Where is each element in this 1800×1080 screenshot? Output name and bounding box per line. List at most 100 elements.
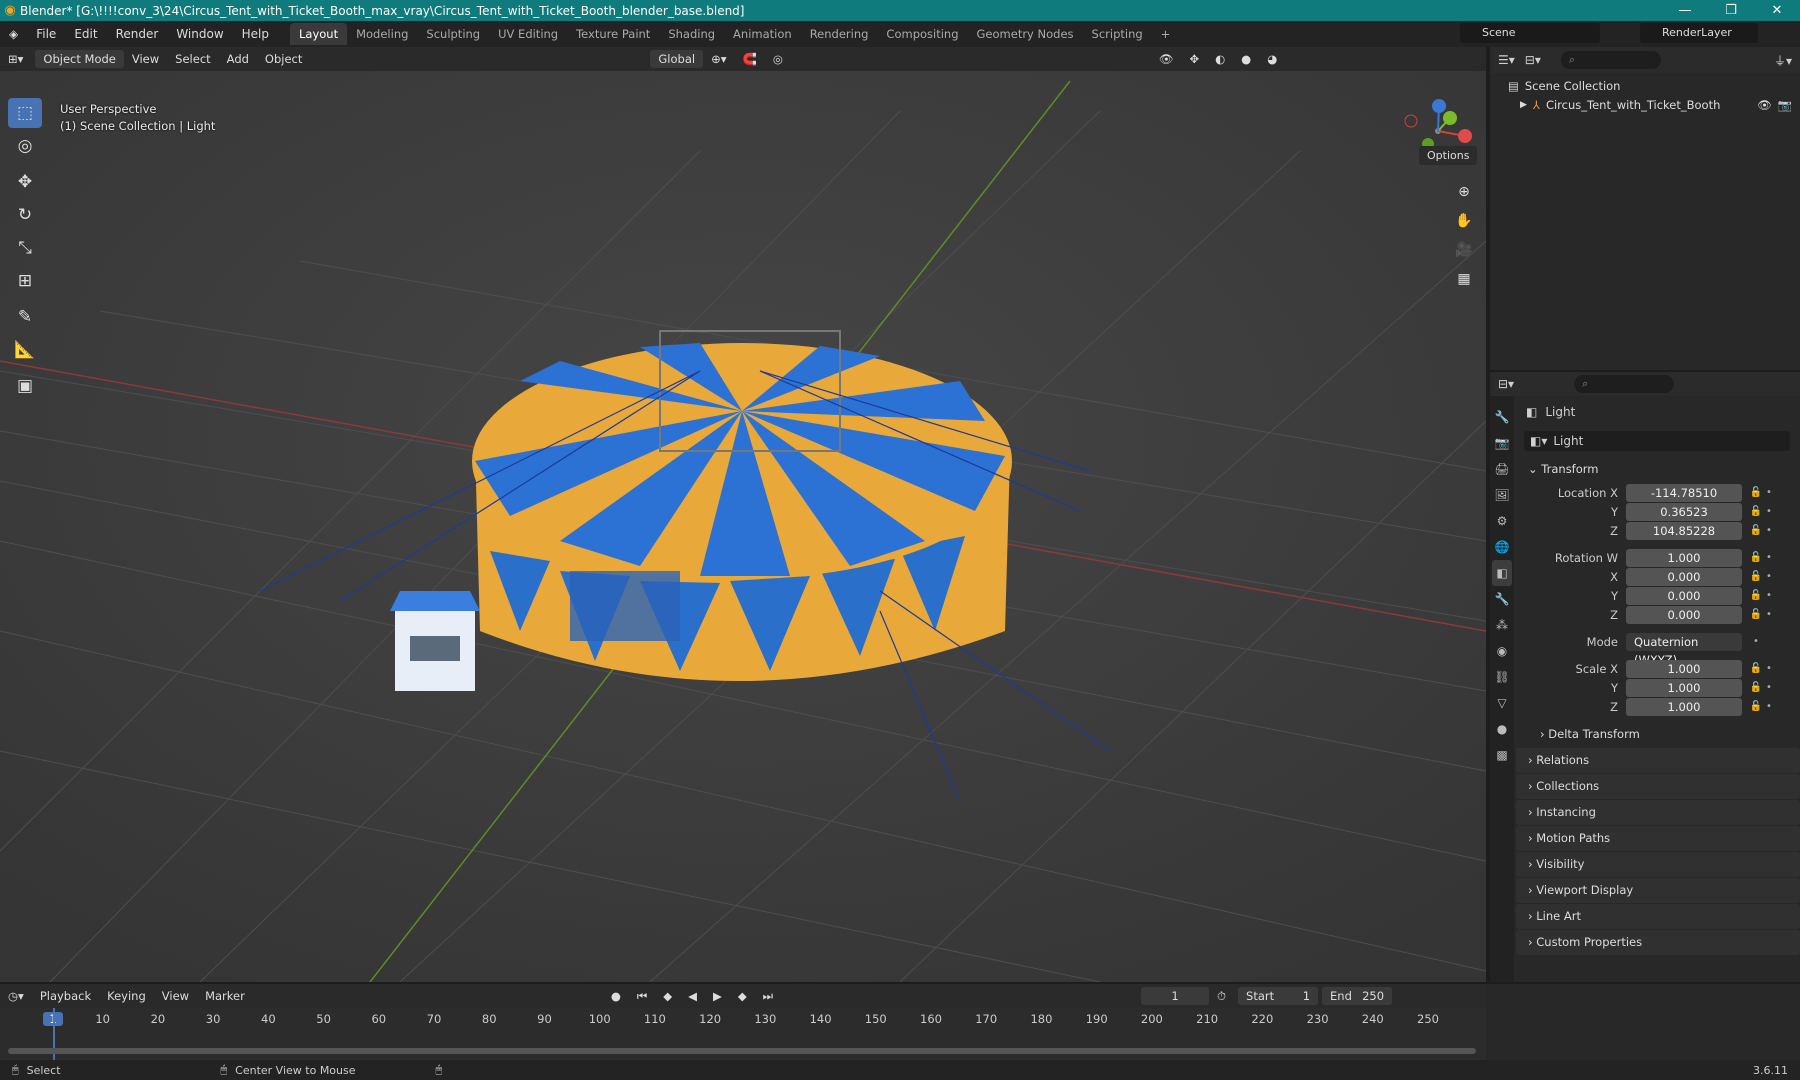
annotate-icon[interactable]: ✎ [8, 302, 42, 332]
scene-selector[interactable]: Scene [1460, 23, 1600, 43]
transform-icon[interactable]: ⊞ [8, 266, 42, 296]
menu-object[interactable]: Object [257, 50, 310, 68]
world-tab-icon[interactable]: 🌐 [1492, 534, 1512, 560]
maximize-button[interactable]: ❐ [1708, 3, 1754, 18]
play-icon[interactable]: ▶ [705, 987, 730, 1005]
play-reverse-icon[interactable]: ◀ [680, 987, 705, 1005]
keyframe-dot-icon[interactable]: • [1766, 590, 1772, 601]
tab-modeling[interactable]: Modeling [347, 23, 417, 45]
properties-editor-icon[interactable]: ⊟▾ [1498, 377, 1514, 391]
rotation-x-field[interactable]: 0.000 [1626, 567, 1742, 586]
keyframe-dot-icon[interactable]: • [1766, 571, 1772, 582]
location-z-field[interactable]: 104.85228 [1626, 521, 1742, 540]
cursor-icon[interactable]: ◎ [8, 131, 42, 161]
outliner-editor-icon[interactable]: ☰▾ [1498, 53, 1515, 67]
menu-marker[interactable]: Marker [197, 987, 253, 1005]
object-name-field[interactable]: ◧▾ Light [1524, 431, 1790, 451]
render-layer-selector[interactable]: RenderLayer [1640, 23, 1758, 43]
add-workspace-icon[interactable]: + [1152, 23, 1180, 45]
lock-icon[interactable]: 🔓 [1746, 525, 1766, 536]
constraints-tab-icon[interactable]: ⛓ [1492, 664, 1512, 690]
tab-texture-paint[interactable]: Texture Paint [567, 23, 659, 45]
menu-render[interactable]: Render [107, 21, 168, 47]
keyframe-dot-icon[interactable]: • [1766, 525, 1772, 536]
overlay-icon[interactable]: ◐ [1207, 50, 1233, 68]
gizmo-icon[interactable]: ✥ [1181, 50, 1207, 68]
keyframe-dot-icon[interactable]: • [1766, 701, 1772, 712]
menu-add[interactable]: Add [219, 50, 257, 68]
camera-view-icon[interactable]: 🎥 [1451, 237, 1477, 263]
outliner-row-scene-collection[interactable]: ▤ Scene Collection [1490, 77, 1800, 96]
keyframe-dot-icon[interactable]: • [1766, 682, 1772, 693]
shading-solid-icon[interactable]: ● [1233, 50, 1259, 68]
menu-view[interactable]: View [124, 50, 167, 68]
rotation-mode-dropdown[interactable]: Quaternion (WXYZ) [1626, 632, 1742, 667]
modifier-tab-icon[interactable]: 🔧 [1492, 586, 1512, 612]
end-frame-field[interactable]: End 250 [1322, 987, 1393, 1005]
menu-file[interactable]: File [27, 21, 65, 47]
location-y-field[interactable]: 0.36523 [1626, 502, 1742, 521]
timeline-scrollbar[interactable] [8, 1048, 1476, 1054]
select-box-icon[interactable]: ⬚ [8, 98, 42, 128]
menu-edit[interactable]: Edit [65, 21, 106, 47]
section-visibility[interactable]: › Visibility [1516, 852, 1800, 877]
menu-window[interactable]: Window [167, 21, 232, 47]
tool-tab-icon[interactable]: 🔧 [1492, 404, 1512, 430]
rotate-icon[interactable]: ↻ [8, 200, 42, 230]
keyframe-dot-icon[interactable]: • [1746, 636, 1766, 647]
close-window-button[interactable]: ✕ [1754, 3, 1800, 18]
delta-transform-section[interactable]: › Delta Transform [1516, 722, 1800, 747]
rotation-z-field[interactable]: 0.000 [1626, 605, 1742, 624]
tab-geometry-nodes[interactable]: Geometry Nodes [968, 23, 1083, 45]
visibility-icon[interactable]: 👁 [1151, 50, 1182, 68]
menu-view-timeline[interactable]: View [154, 987, 197, 1005]
minimize-button[interactable]: — [1662, 3, 1708, 18]
outliner-search-input[interactable]: ⌕ [1560, 51, 1661, 69]
tab-rendering[interactable]: Rendering [801, 23, 878, 45]
menu-keying[interactable]: Keying [99, 987, 154, 1005]
tab-shading[interactable]: Shading [659, 23, 724, 45]
record-icon[interactable]: ● [603, 987, 629, 1005]
current-frame-field[interactable]: 1 [1141, 987, 1210, 1005]
keyframe-dot-icon[interactable]: • [1766, 609, 1772, 620]
jump-end-icon[interactable]: ⏭ [755, 987, 781, 1005]
lock-icon[interactable]: 🔓 [1746, 552, 1766, 563]
tab-uv-editing[interactable]: UV Editing [489, 23, 567, 45]
measure-icon[interactable]: 📐 [8, 335, 42, 365]
section-viewport-display[interactable]: › Viewport Display [1516, 878, 1800, 903]
render-camera-icon[interactable]: 📷 [1778, 96, 1792, 115]
filter-icon[interactable]: ⏚▾ [1774, 52, 1792, 69]
rotation-w-field[interactable]: 1.000 [1626, 548, 1742, 567]
transform-orientation-dropdown[interactable]: Global [650, 50, 704, 68]
keyframe-dot-icon[interactable]: • [1766, 552, 1772, 563]
lock-icon[interactable]: 🔓 [1746, 609, 1766, 620]
rotation-y-field[interactable]: 0.000 [1626, 586, 1742, 605]
tab-sculpting[interactable]: Sculpting [417, 23, 489, 45]
material-tab-icon[interactable]: ● [1492, 716, 1512, 742]
object-tab-icon[interactable]: ◧ [1492, 560, 1512, 586]
pan-hand-icon[interactable]: ✋ [1451, 208, 1477, 234]
physics-tab-icon[interactable]: ◉ [1492, 638, 1512, 664]
lock-icon[interactable]: 🔓 [1746, 571, 1766, 582]
output-tab-icon[interactable]: 🖨 [1492, 456, 1512, 482]
expand-arrow-icon[interactable]: ▶ [1520, 96, 1527, 115]
lock-icon[interactable]: 🔓 [1746, 590, 1766, 601]
pivot-icon[interactable]: ⊕▾ [703, 50, 734, 68]
tab-layout[interactable]: Layout [290, 23, 348, 45]
timeline-area[interactable]: 1102030405060708090100110120130140150160… [0, 1008, 1486, 1060]
start-frame-field[interactable]: Start 1 [1238, 987, 1319, 1005]
object-mode-dropdown[interactable]: Object Mode [35, 50, 124, 68]
zoom-icon[interactable]: ⊕ [1451, 179, 1477, 205]
options-dropdown[interactable]: Options [1419, 146, 1478, 165]
section-motion-paths[interactable]: › Motion Paths [1516, 826, 1800, 851]
move-icon[interactable]: ✥ [8, 167, 42, 197]
timeline-editor-icon[interactable]: ◷▾ [0, 987, 32, 1005]
keyframe-dot-icon[interactable]: • [1766, 487, 1772, 498]
menu-playback[interactable]: Playback [32, 987, 99, 1005]
menu-help[interactable]: Help [233, 21, 278, 47]
prev-keyframe-icon[interactable]: ◆ [655, 987, 680, 1005]
shading-material-icon[interactable]: ◕ [1259, 50, 1285, 68]
clock-icon[interactable]: ⏱ [1209, 987, 1234, 1005]
ortho-grid-icon[interactable]: ▦ [1451, 266, 1477, 292]
tab-animation[interactable]: Animation [724, 23, 801, 45]
